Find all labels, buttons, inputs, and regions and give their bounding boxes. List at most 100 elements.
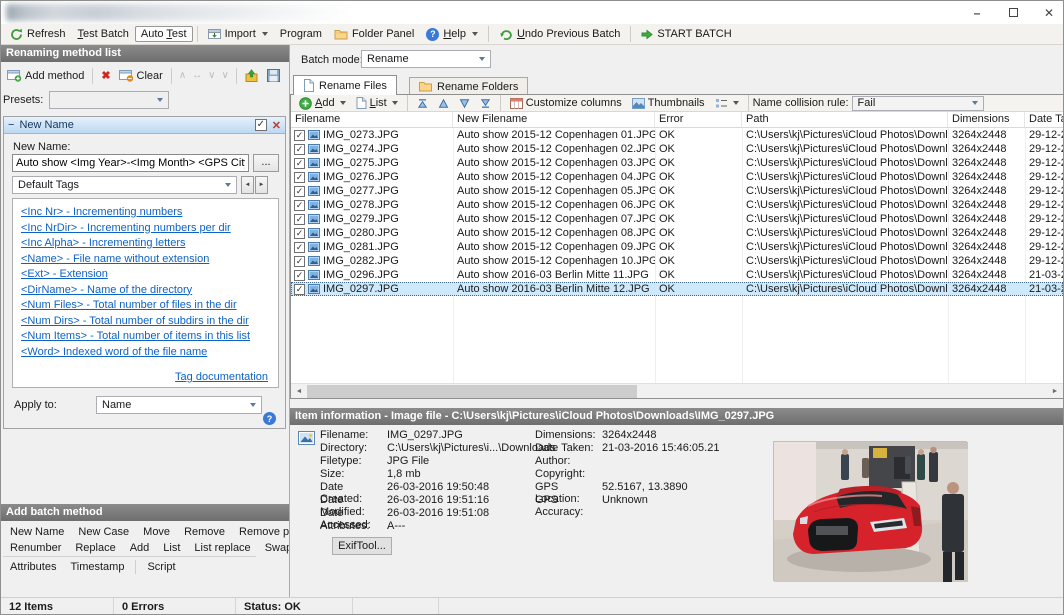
table-row[interactable]: ✓ IMG_0296.JPG Auto show 2016-03 Berlin Mi…	[291, 268, 1063, 282]
column-header-date-taken[interactable]: Date Tak	[1025, 112, 1063, 127]
folder-panel-button[interactable]: Folder Panel	[328, 26, 420, 42]
batch-method-menu-item[interactable]: New Case	[71, 524, 136, 540]
tag-link[interactable]: <DirName> - Name of the directory	[21, 284, 270, 296]
batch-method-menu-item[interactable]: Renumber	[3, 540, 68, 556]
view-mode-button[interactable]	[710, 98, 744, 109]
name-collision-rule-dropdown[interactable]: Fail	[851, 95, 984, 111]
start-batch-button[interactable]: START BATCH	[635, 26, 737, 42]
table-row[interactable]: ✓ IMG_0279.JPG Auto show 2015-12 Copenhage…	[291, 212, 1063, 226]
batch-method-menu-item[interactable]: Replace	[68, 540, 122, 556]
move-up-button[interactable]	[433, 98, 454, 109]
tab-rename-files[interactable]: Rename Files	[293, 75, 397, 95]
tag-link[interactable]: <Word> Indexed word of the file name	[21, 346, 270, 358]
table-row[interactable]: ✓ IMG_0282.JPG Auto show 2015-12 Copenhage…	[291, 254, 1063, 268]
batch-method-menu-item[interactable]: Move	[136, 524, 177, 540]
tag-link[interactable]: <Num Items> - Total number of items in t…	[21, 330, 270, 342]
table-row[interactable]: ✓ IMG_0273.JPG Auto show 2015-12 Copenhage…	[291, 128, 1063, 142]
row-checkbox[interactable]: ✓	[294, 157, 305, 169]
import-button[interactable]: Import	[202, 26, 274, 42]
move-to-bottom-button[interactable]	[475, 98, 496, 109]
program-button[interactable]: Program	[274, 26, 328, 42]
table-row[interactable]: ✓ IMG_0274.JPG Auto show 2015-12 Copenhage…	[291, 142, 1063, 156]
method-enabled-checkbox[interactable]: ✓	[254, 119, 267, 131]
clear-methods-button[interactable]: Clear	[115, 67, 167, 84]
maximize-button[interactable]	[1007, 6, 1019, 20]
list-button[interactable]: List	[351, 97, 403, 109]
batch-method-menu-item[interactable]: New Name	[3, 524, 71, 540]
method-header[interactable]: − New Name ✓ ✕	[4, 117, 285, 134]
move-down-button[interactable]	[454, 98, 475, 109]
row-checkbox[interactable]: ✓	[294, 255, 305, 267]
save-preset-button[interactable]	[263, 67, 284, 84]
batch-method-menu-item[interactable]: List replace	[187, 540, 257, 556]
add-files-button[interactable]: Add	[294, 96, 351, 110]
tag-documentation-link[interactable]: Tag documentation	[175, 371, 268, 383]
batch-method-menu-item[interactable]: Add	[123, 540, 157, 556]
row-checkbox[interactable]: ✓	[294, 143, 305, 155]
load-preset-button[interactable]	[241, 67, 263, 84]
presets-dropdown[interactable]	[49, 91, 170, 109]
test-batch-button[interactable]: Test Batch	[72, 26, 135, 42]
method-close-icon[interactable]: ✕	[272, 119, 281, 132]
batch-method-menu-item[interactable]: List	[156, 540, 187, 556]
new-name-input[interactable]	[12, 154, 249, 172]
tag-link[interactable]: <Num Files> - Total number of files in t…	[21, 299, 270, 311]
tag-link[interactable]: <Inc Alpha> - Incrementing letters	[21, 237, 270, 249]
table-row[interactable]: ✓ IMG_0276.JPG Auto show 2015-12 Copenhage…	[291, 170, 1063, 184]
column-header-new-filename[interactable]: New Filename	[453, 112, 655, 127]
thumbnails-button[interactable]: Thumbnails	[627, 97, 710, 109]
table-row[interactable]: ✓ IMG_0275.JPG Auto show 2015-12 Copenhage…	[291, 156, 1063, 170]
row-checkbox[interactable]: ✓	[294, 185, 305, 197]
move-to-top-button[interactable]	[412, 98, 433, 109]
row-checkbox[interactable]: ✓	[294, 213, 305, 225]
tag-link[interactable]: <Inc NrDir> - Incrementing numbers per d…	[21, 222, 270, 234]
collapse-icon[interactable]: −	[8, 119, 14, 131]
scroll-right-arrow[interactable]: ►	[1047, 384, 1063, 398]
undo-previous-batch-button[interactable]: Undo Previous Batch	[493, 26, 626, 42]
table-row[interactable]: ✓ IMG_0280.JPG Auto show 2015-12 Copenhage…	[291, 226, 1063, 240]
row-checkbox[interactable]: ✓	[294, 171, 305, 183]
exiftool-button[interactable]: ExifTool...	[332, 537, 392, 555]
tag-link[interactable]: <Name> - File name without extension	[21, 253, 270, 265]
column-header-dimensions[interactable]: Dimensions	[948, 112, 1025, 127]
browse-button[interactable]: ...	[253, 154, 279, 172]
auto-test-button[interactable]: Auto Test	[134, 26, 193, 42]
batch-method-menu-item[interactable]: Timestamp	[63, 559, 131, 575]
tab-rename-folders[interactable]: Rename Folders	[409, 77, 529, 95]
row-checkbox[interactable]: ✓	[294, 283, 305, 295]
scroll-left-arrow[interactable]: ◄	[291, 384, 307, 398]
horizontal-scrollbar[interactable]: ◄ ►	[291, 383, 1063, 398]
refresh-button[interactable]: Refresh	[4, 26, 72, 43]
row-checkbox[interactable]: ✓	[294, 269, 305, 281]
table-row[interactable]: ✓ IMG_0277.JPG Auto show 2015-12 Copenhage…	[291, 184, 1063, 198]
customize-columns-button[interactable]: Customize columns	[505, 97, 627, 109]
row-checkbox[interactable]: ✓	[294, 199, 305, 211]
remove-method-button[interactable]: ✖	[97, 67, 114, 84]
help-button[interactable]: ? Help	[420, 26, 484, 43]
column-header-path[interactable]: Path	[742, 112, 948, 127]
batch-method-menu-item[interactable]: Script	[140, 559, 182, 575]
batch-method-menu-item[interactable]: Attributes	[3, 559, 63, 575]
column-header-error[interactable]: Error	[655, 112, 742, 127]
close-button[interactable]: ✕	[1043, 6, 1055, 20]
batch-method-menu-item[interactable]: Remove	[177, 524, 232, 540]
minimize-button[interactable]: –	[971, 6, 983, 20]
add-method-button[interactable]: Add method	[3, 67, 88, 84]
tag-page-next-button[interactable]: ►	[255, 176, 268, 194]
row-checkbox[interactable]: ✓	[294, 241, 305, 253]
method-help-icon[interactable]: ?	[263, 412, 276, 425]
table-row[interactable]: ✓ IMG_0297.JPG Auto show 2016-03 Berlin Mi…	[291, 282, 1063, 296]
table-row[interactable]: ✓ IMG_0281.JPG Auto show 2015-12 Copenhage…	[291, 240, 1063, 254]
tag-category-dropdown[interactable]: Default Tags	[12, 176, 237, 194]
batch-mode-dropdown[interactable]: Rename	[361, 50, 491, 68]
table-row[interactable]: ✓ IMG_0278.JPG Auto show 2015-12 Copenhage…	[291, 198, 1063, 212]
column-header-filename[interactable]: Filename	[291, 112, 453, 127]
row-checkbox[interactable]: ✓	[294, 129, 305, 141]
tag-link[interactable]: <Num Dirs> - Total number of subdirs in …	[21, 315, 270, 327]
scrollbar-thumb[interactable]	[307, 385, 637, 398]
apply-to-dropdown[interactable]: Name	[96, 396, 262, 414]
tag-link[interactable]: <Ext> - Extension	[21, 268, 270, 280]
row-checkbox[interactable]: ✓	[294, 227, 305, 239]
tag-page-prev-button[interactable]: ◄	[241, 176, 254, 194]
tag-link[interactable]: <Inc Nr> - Incrementing numbers	[21, 206, 270, 218]
